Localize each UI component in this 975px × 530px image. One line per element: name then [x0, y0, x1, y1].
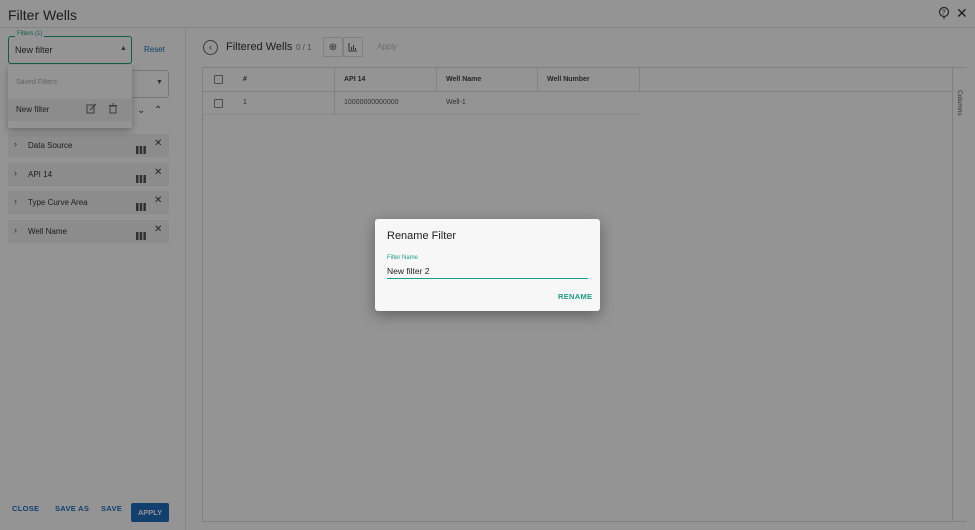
filter-name-input[interactable]	[387, 264, 588, 279]
rename-button[interactable]: RENAME	[558, 292, 592, 301]
filter-name-label: Filter Name	[387, 255, 419, 261]
rename-filter-dialog: Rename Filter Filter Name RENAME	[375, 219, 600, 311]
dialog-title: Rename Filter	[387, 230, 457, 242]
